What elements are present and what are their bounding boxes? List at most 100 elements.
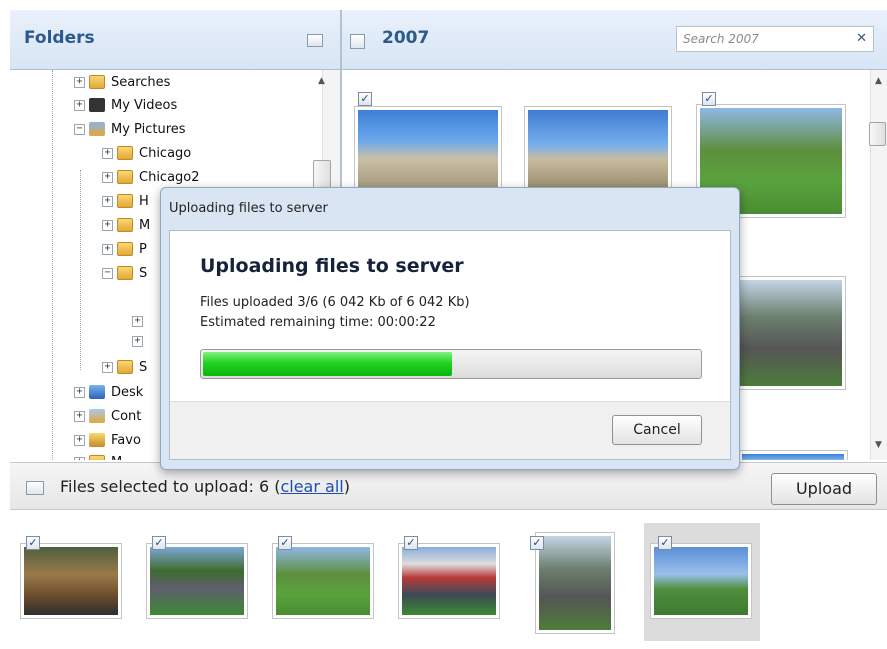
- photo-image: [358, 110, 498, 188]
- photo-image: [742, 454, 844, 460]
- folder-icon: [117, 194, 133, 208]
- photo-image: [654, 547, 748, 615]
- upload-checkbox[interactable]: ✓: [404, 536, 418, 550]
- upload-progress-dialog: Uploading files to server Uploading file…: [160, 187, 740, 470]
- expand-icon[interactable]: +: [132, 335, 143, 347]
- folder-icon: [117, 146, 133, 160]
- files-uploaded-text: Files uploaded 3/6 (6 042 Kb of 6 042 Kb…: [200, 295, 470, 310]
- expand-icon[interactable]: +: [74, 99, 85, 111]
- expand-icon[interactable]: +: [74, 410, 85, 422]
- expand-icon[interactable]: +: [102, 147, 113, 159]
- dialog-body: Uploading files to server Files uploaded…: [169, 230, 731, 460]
- photo-thumbnail[interactable]: [354, 106, 502, 192]
- tree-item-sub-2[interactable]: +: [132, 330, 147, 352]
- scroll-up-icon[interactable]: ▲: [875, 76, 882, 86]
- photo-image: [276, 547, 370, 615]
- files-selected-close: ): [343, 477, 350, 496]
- expand-icon[interactable]: +: [102, 243, 113, 255]
- folder-icon: [117, 360, 133, 374]
- tree-item-contacts[interactable]: + Cont: [74, 405, 141, 427]
- expand-icon[interactable]: +: [102, 171, 113, 183]
- toggle-upload-pane-icon[interactable]: [26, 481, 44, 495]
- folder-icon: [117, 242, 133, 256]
- upload-checkbox[interactable]: ✓: [26, 536, 40, 550]
- cancel-button[interactable]: Cancel: [612, 415, 702, 445]
- dialog-title: Uploading files to server: [169, 201, 328, 216]
- expand-icon[interactable]: +: [74, 434, 85, 446]
- expand-icon[interactable]: +: [102, 195, 113, 207]
- folder-icon: [117, 218, 133, 232]
- tree-item-searches[interactable]: + Searches: [74, 71, 170, 93]
- photo-image: [150, 547, 244, 615]
- upload-checkbox[interactable]: ✓: [278, 536, 292, 550]
- expand-icon[interactable]: +: [74, 456, 85, 460]
- photo-thumbnail[interactable]: [738, 450, 848, 460]
- folders-toggle-icon[interactable]: [307, 34, 323, 47]
- gallery-title: 2007: [382, 28, 430, 48]
- folder-icon: [117, 266, 133, 280]
- upload-progress-fill: [203, 352, 452, 376]
- upload-thumbnail[interactable]: [535, 532, 615, 634]
- expand-icon[interactable]: +: [102, 361, 113, 373]
- photo-image: [539, 536, 611, 630]
- upload-button[interactable]: Upload: [771, 473, 877, 505]
- dialog-heading: Uploading files to server: [200, 255, 464, 277]
- upload-thumbnail[interactable]: [650, 543, 752, 619]
- photo-thumbnail[interactable]: [524, 106, 672, 192]
- upload-checkbox[interactable]: ✓: [152, 536, 166, 550]
- photo-checkbox[interactable]: ✓: [358, 92, 372, 106]
- tree-item-desktop[interactable]: + Desk: [74, 381, 143, 403]
- search-input[interactable]: Search 2007 ✕: [676, 26, 874, 52]
- collapse-icon[interactable]: −: [74, 123, 85, 135]
- upload-thumbnail[interactable]: [398, 543, 500, 619]
- files-selected-label: Files selected to upload: 6 (: [60, 477, 281, 496]
- folder-icon: [89, 455, 105, 460]
- tree-item-sub-1[interactable]: +: [132, 310, 147, 332]
- expand-icon[interactable]: +: [102, 219, 113, 231]
- upload-checkbox[interactable]: ✓: [530, 536, 544, 550]
- tree-item-p[interactable]: + P: [102, 238, 147, 260]
- upload-checkbox[interactable]: ✓: [658, 536, 672, 550]
- tree-item-chicago[interactable]: + Chicago: [102, 142, 191, 164]
- tree-item-my-pictures[interactable]: − My Pictures: [74, 118, 186, 140]
- contacts-folder-icon: [89, 409, 105, 423]
- files-selected-text: Files selected to upload: 6 (clear all): [60, 477, 350, 496]
- folders-title: Folders: [24, 28, 95, 48]
- photo-image: [402, 547, 496, 615]
- tree-item-favorites[interactable]: + Favo: [74, 429, 141, 451]
- photo-checkbox[interactable]: ✓: [702, 92, 716, 106]
- video-folder-icon: [89, 98, 105, 112]
- photo-image: [24, 547, 118, 615]
- search-placeholder: Search 2007: [683, 32, 759, 46]
- folders-header: Folders: [10, 10, 340, 70]
- upload-thumbnail[interactable]: [20, 543, 122, 619]
- expand-icon[interactable]: +: [132, 315, 143, 327]
- upload-thumbnail[interactable]: [146, 543, 248, 619]
- clear-search-icon[interactable]: ✕: [856, 31, 867, 46]
- tree-item-m[interactable]: + M: [102, 214, 150, 236]
- pictures-folder-icon: [89, 122, 105, 136]
- tree-item-m2[interactable]: +M: [74, 451, 122, 460]
- collapse-icon[interactable]: −: [102, 267, 113, 279]
- tree-guide-line: [52, 70, 53, 460]
- expand-icon[interactable]: +: [74, 386, 85, 398]
- tree-guide-line: [80, 170, 81, 370]
- clear-all-link[interactable]: clear all: [280, 477, 343, 496]
- tree-item-s[interactable]: − S: [102, 262, 147, 284]
- tree-item-chicago2[interactable]: + Chicago2: [102, 166, 200, 188]
- scroll-down-icon[interactable]: ▼: [875, 440, 882, 450]
- photo-image: [528, 110, 668, 188]
- photo-thumbnail[interactable]: [736, 276, 846, 390]
- expand-icon[interactable]: +: [74, 76, 85, 88]
- tree-item-h[interactable]: + H: [102, 190, 149, 212]
- select-all-checkbox[interactable]: [350, 34, 365, 49]
- tree-item-my-videos[interactable]: + My Videos: [74, 94, 177, 116]
- folder-icon: [89, 75, 105, 89]
- upload-thumbnail[interactable]: [272, 543, 374, 619]
- upload-progress-bar: [200, 349, 702, 379]
- desktop-icon: [89, 385, 105, 399]
- tree-item-s2[interactable]: + S: [102, 356, 147, 378]
- folder-icon: [117, 170, 133, 184]
- scroll-up-icon[interactable]: ▲: [318, 76, 325, 86]
- gallery-scrollbar-thumb[interactable]: [869, 122, 886, 146]
